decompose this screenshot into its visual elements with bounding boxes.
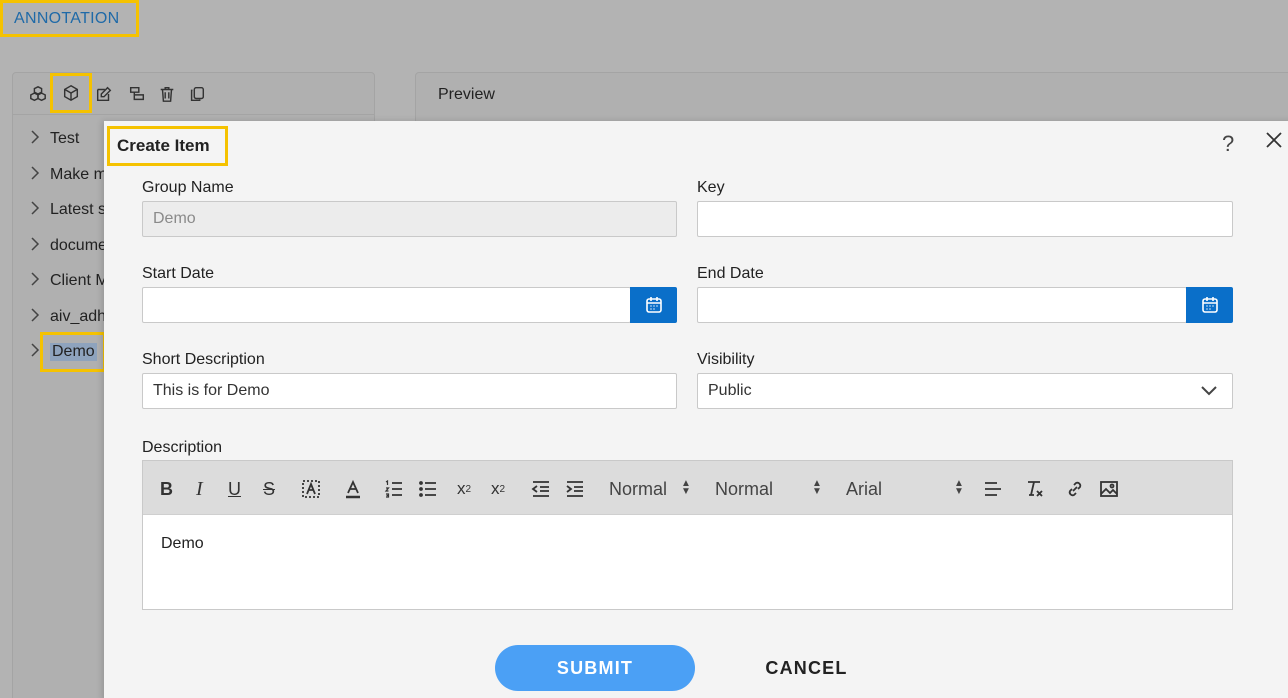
font-select[interactable]: Arial <box>846 478 882 500</box>
tree-item-label: Latest s <box>50 201 107 218</box>
indent-icon[interactable] <box>565 478 585 500</box>
description-editor: B I U S x2 x2 Normal ▲ ▼ Normal ▲ ▼ Aria… <box>142 460 1233 610</box>
underline-icon[interactable]: U <box>228 478 241 500</box>
tree-toolbar <box>13 73 374 115</box>
tree-item-label: Test <box>50 130 80 147</box>
visibility-select[interactable]: Public <box>697 373 1233 409</box>
end-date-field[interactable] <box>697 287 1187 323</box>
demo-highlight <box>40 332 106 372</box>
calendar-icon <box>1201 297 1218 313</box>
submit-button[interactable]: SUBMIT <box>495 645 695 691</box>
clear-format-icon[interactable] <box>1025 478 1045 500</box>
end-date-calendar-button[interactable] <box>1186 287 1233 323</box>
tree-item[interactable]: aiv_adh <box>30 305 106 329</box>
start-date-field[interactable] <box>142 287 631 323</box>
tree-item[interactable]: Latest s <box>30 198 106 222</box>
highlight-color-icon[interactable] <box>301 478 321 500</box>
group-name-label: Group Name <box>142 179 234 196</box>
short-description-label: Short Description <box>142 351 265 368</box>
image-icon[interactable] <box>1099 478 1119 500</box>
group-name-field[interactable]: Demo <box>142 201 677 237</box>
preview-title: Preview <box>438 86 495 103</box>
align-left-icon[interactable] <box>983 478 1003 500</box>
create-item-modal: Create Item ? Group Name Demo Key Start … <box>104 121 1288 698</box>
tree-item[interactable]: Make m <box>30 163 107 187</box>
chevron-right-icon[interactable] <box>30 165 44 185</box>
superscript-icon[interactable]: x2 <box>491 478 505 500</box>
chevron-down-icon <box>1200 384 1218 403</box>
description-label: Description <box>142 439 223 456</box>
chevron-right-icon[interactable] <box>30 129 44 149</box>
tree-item-label: aiv_adh <box>50 308 107 325</box>
chevron-right-icon[interactable] <box>30 271 44 291</box>
cube-icon[interactable] <box>50 73 92 113</box>
tree-item-label: Client M <box>50 272 109 289</box>
group-icon[interactable] <box>28 84 48 104</box>
start-date-label: Start Date <box>142 265 215 282</box>
tree-item-label: Make m <box>50 166 107 183</box>
tree-item-label: docume <box>50 237 107 254</box>
tree-item[interactable]: docume <box>30 234 107 258</box>
key-field[interactable] <box>697 201 1233 237</box>
modal-title: Create Item <box>107 126 228 166</box>
chevron-right-icon[interactable] <box>30 307 44 327</box>
font-color-icon[interactable] <box>343 478 363 500</box>
chevron-right-icon[interactable] <box>30 200 44 220</box>
visibility-label: Visibility <box>697 351 755 368</box>
edit-icon[interactable] <box>94 84 114 104</box>
key-label: Key <box>697 179 725 196</box>
outdent-icon[interactable] <box>531 478 551 500</box>
updown-icon: ▲ ▼ <box>812 478 822 497</box>
tree-item[interactable]: Test <box>30 127 79 151</box>
help-icon[interactable]: ? <box>1222 131 1234 157</box>
editor-toolbar: B I U S x2 x2 Normal ▲ ▼ Normal ▲ ▼ Aria… <box>143 461 1232 515</box>
duplicate-icon[interactable] <box>187 84 207 104</box>
bold-icon[interactable]: B <box>160 478 173 500</box>
subscript-icon[interactable]: x2 <box>457 478 471 500</box>
size-select[interactable]: Normal <box>715 478 773 500</box>
visibility-value: Public <box>708 382 752 399</box>
editor-content[interactable]: Demo <box>161 535 204 553</box>
heading-select[interactable]: Normal <box>609 478 667 500</box>
ordered-list-icon[interactable] <box>384 478 404 500</box>
link-icon[interactable] <box>1065 478 1085 500</box>
chevron-right-icon[interactable] <box>30 236 44 256</box>
end-date-label: End Date <box>697 265 764 282</box>
page-title[interactable]: ANNOTATION <box>0 0 139 37</box>
cancel-button[interactable]: CANCEL <box>744 645 869 691</box>
updown-icon: ▲ ▼ <box>681 478 691 497</box>
copy-tree-icon[interactable] <box>127 84 147 104</box>
trash-icon[interactable] <box>157 84 177 104</box>
updown-icon: ▲ ▼ <box>954 478 964 497</box>
close-icon[interactable] <box>1264 130 1286 152</box>
italic-icon[interactable]: I <box>196 478 203 500</box>
start-date-calendar-button[interactable] <box>630 287 677 323</box>
calendar-icon <box>645 297 662 313</box>
short-description-field[interactable]: This is for Demo <box>142 373 677 409</box>
strikethrough-icon[interactable]: S <box>263 478 275 500</box>
bullet-list-icon[interactable] <box>418 478 438 500</box>
tree-item[interactable]: Client M <box>30 269 109 293</box>
